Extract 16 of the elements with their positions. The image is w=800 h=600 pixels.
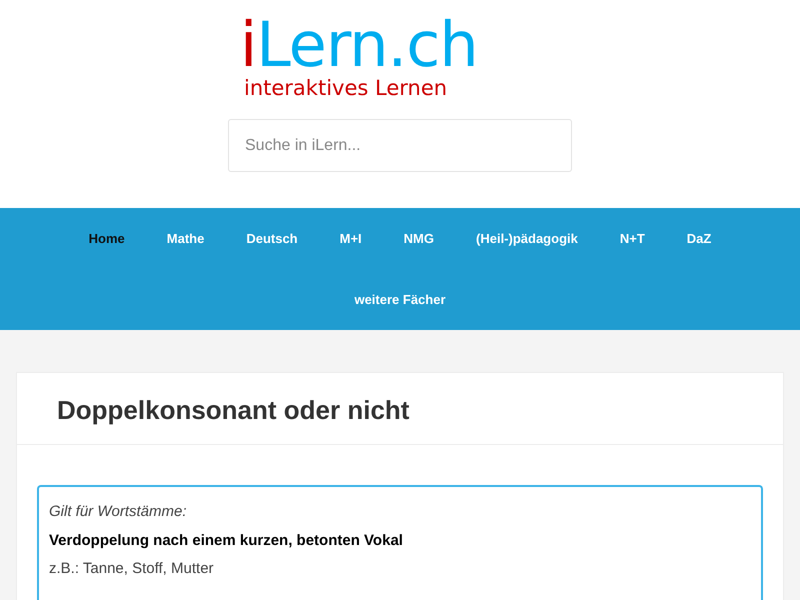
nav-item[interactable]: weitere Fächer bbox=[333, 269, 467, 330]
nav-item[interactable]: Home bbox=[68, 208, 146, 269]
logo-tagline: interaktives Lernen bbox=[244, 78, 448, 99]
search-field[interactable]: Suche in iLern... bbox=[228, 119, 572, 172]
rule-intro: Gilt für Wortstämme: bbox=[49, 502, 188, 522]
nav-item[interactable]: Deutsch bbox=[225, 208, 319, 269]
rule-text: Verdoppelung nach einem kurzen, betonten Vokal bbox=[49, 530, 404, 551]
nav-item[interactable]: Mathe bbox=[146, 208, 226, 269]
logo-wordmark[interactable]: iLern.ch bbox=[240, 14, 478, 76]
nav-item[interactable]: (Heil-)pädagogik bbox=[455, 208, 599, 269]
nav-item[interactable]: NMG bbox=[382, 208, 456, 269]
page-title: Doppelkonsonant oder nicht bbox=[17, 373, 783, 446]
nav-item[interactable]: DaZ bbox=[666, 208, 732, 269]
nav-item[interactable]: M+I bbox=[318, 208, 383, 269]
rule-example: z.B.: Tanne, Stoff, Mutter bbox=[49, 559, 215, 580]
nav-item[interactable]: N+T bbox=[598, 208, 666, 269]
